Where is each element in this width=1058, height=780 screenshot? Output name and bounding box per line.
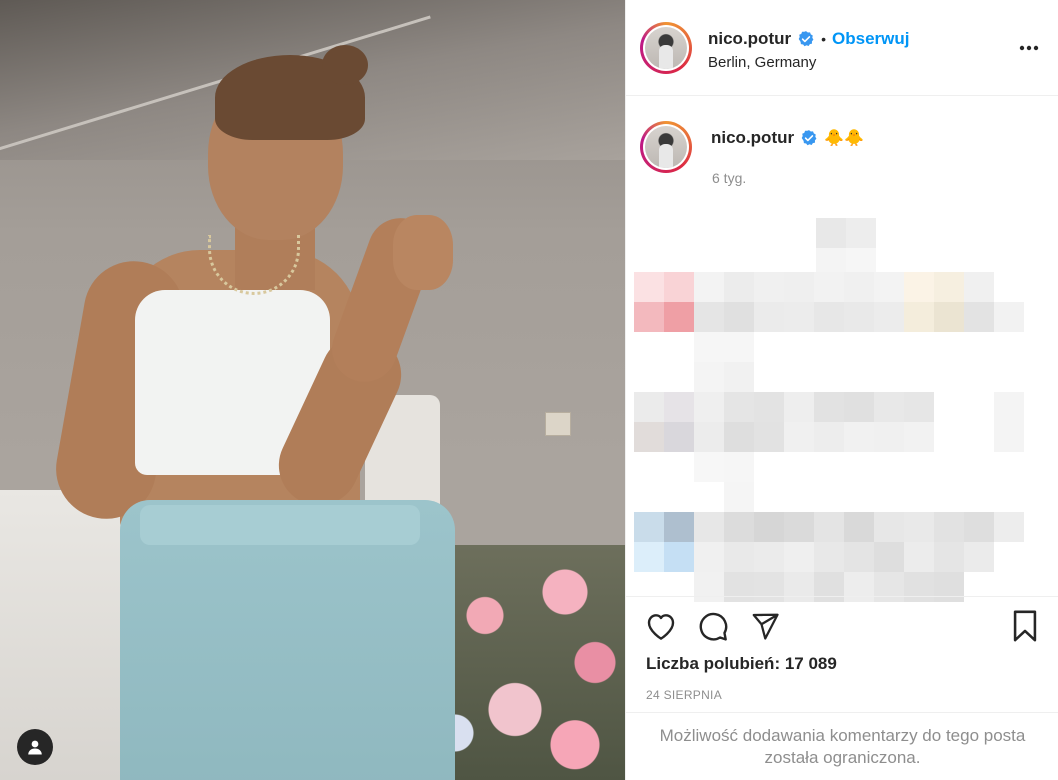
post-side-panel: nico.potur • Obserwuj Berlin, Germany ni… xyxy=(625,0,1058,780)
bookmark-icon[interactable] xyxy=(1008,609,1042,643)
post-date[interactable]: 24 SIERPNIA xyxy=(646,688,722,702)
photo-light-switch xyxy=(545,412,571,436)
photo-person-hand xyxy=(393,215,453,290)
follow-button[interactable]: Obserwuj xyxy=(832,29,909,49)
author-username[interactable]: nico.potur xyxy=(708,29,791,49)
likes-number: 17 089 xyxy=(784,654,837,673)
share-icon[interactable] xyxy=(748,609,782,643)
user-tag-icon[interactable] xyxy=(17,729,53,765)
pixelated-comments-area xyxy=(626,200,1058,602)
photo-person-hair-bun xyxy=(322,45,368,85)
comments-disabled-notice: Możliwość dodawania komentarzy do tego p… xyxy=(626,712,1058,780)
caption-text: 🐥🐥 xyxy=(824,130,864,147)
caption-avatar[interactable] xyxy=(640,121,692,173)
author-info: nico.potur • Obserwuj xyxy=(708,29,909,49)
post-header: nico.potur • Obserwuj Berlin, Germany xyxy=(626,0,1058,96)
likes-count[interactable]: Liczba polubień: 17 089 xyxy=(646,654,837,674)
post-photo[interactable] xyxy=(0,0,625,780)
likes-label: Liczba polubień: xyxy=(646,654,781,673)
comment-icon[interactable] xyxy=(696,609,730,643)
caption-username[interactable]: nico.potur xyxy=(711,128,794,148)
caption-timestamp[interactable]: 6 tyg. xyxy=(712,170,746,186)
photo-person-waistband xyxy=(140,505,420,545)
post-actions xyxy=(626,596,1058,661)
more-options-icon[interactable] xyxy=(1017,36,1041,60)
heart-icon[interactable] xyxy=(644,609,678,643)
verified-badge-icon xyxy=(800,129,818,147)
author-avatar[interactable] xyxy=(640,22,692,74)
photo-flowers xyxy=(425,545,625,780)
post-location[interactable]: Berlin, Germany xyxy=(708,54,816,71)
caption-line: nico.potur 🐥🐥 xyxy=(711,128,864,148)
verified-badge-icon xyxy=(797,30,815,48)
instagram-post-modal: nico.potur • Obserwuj Berlin, Germany ni… xyxy=(0,0,1058,780)
separator-dot: • xyxy=(821,31,827,47)
